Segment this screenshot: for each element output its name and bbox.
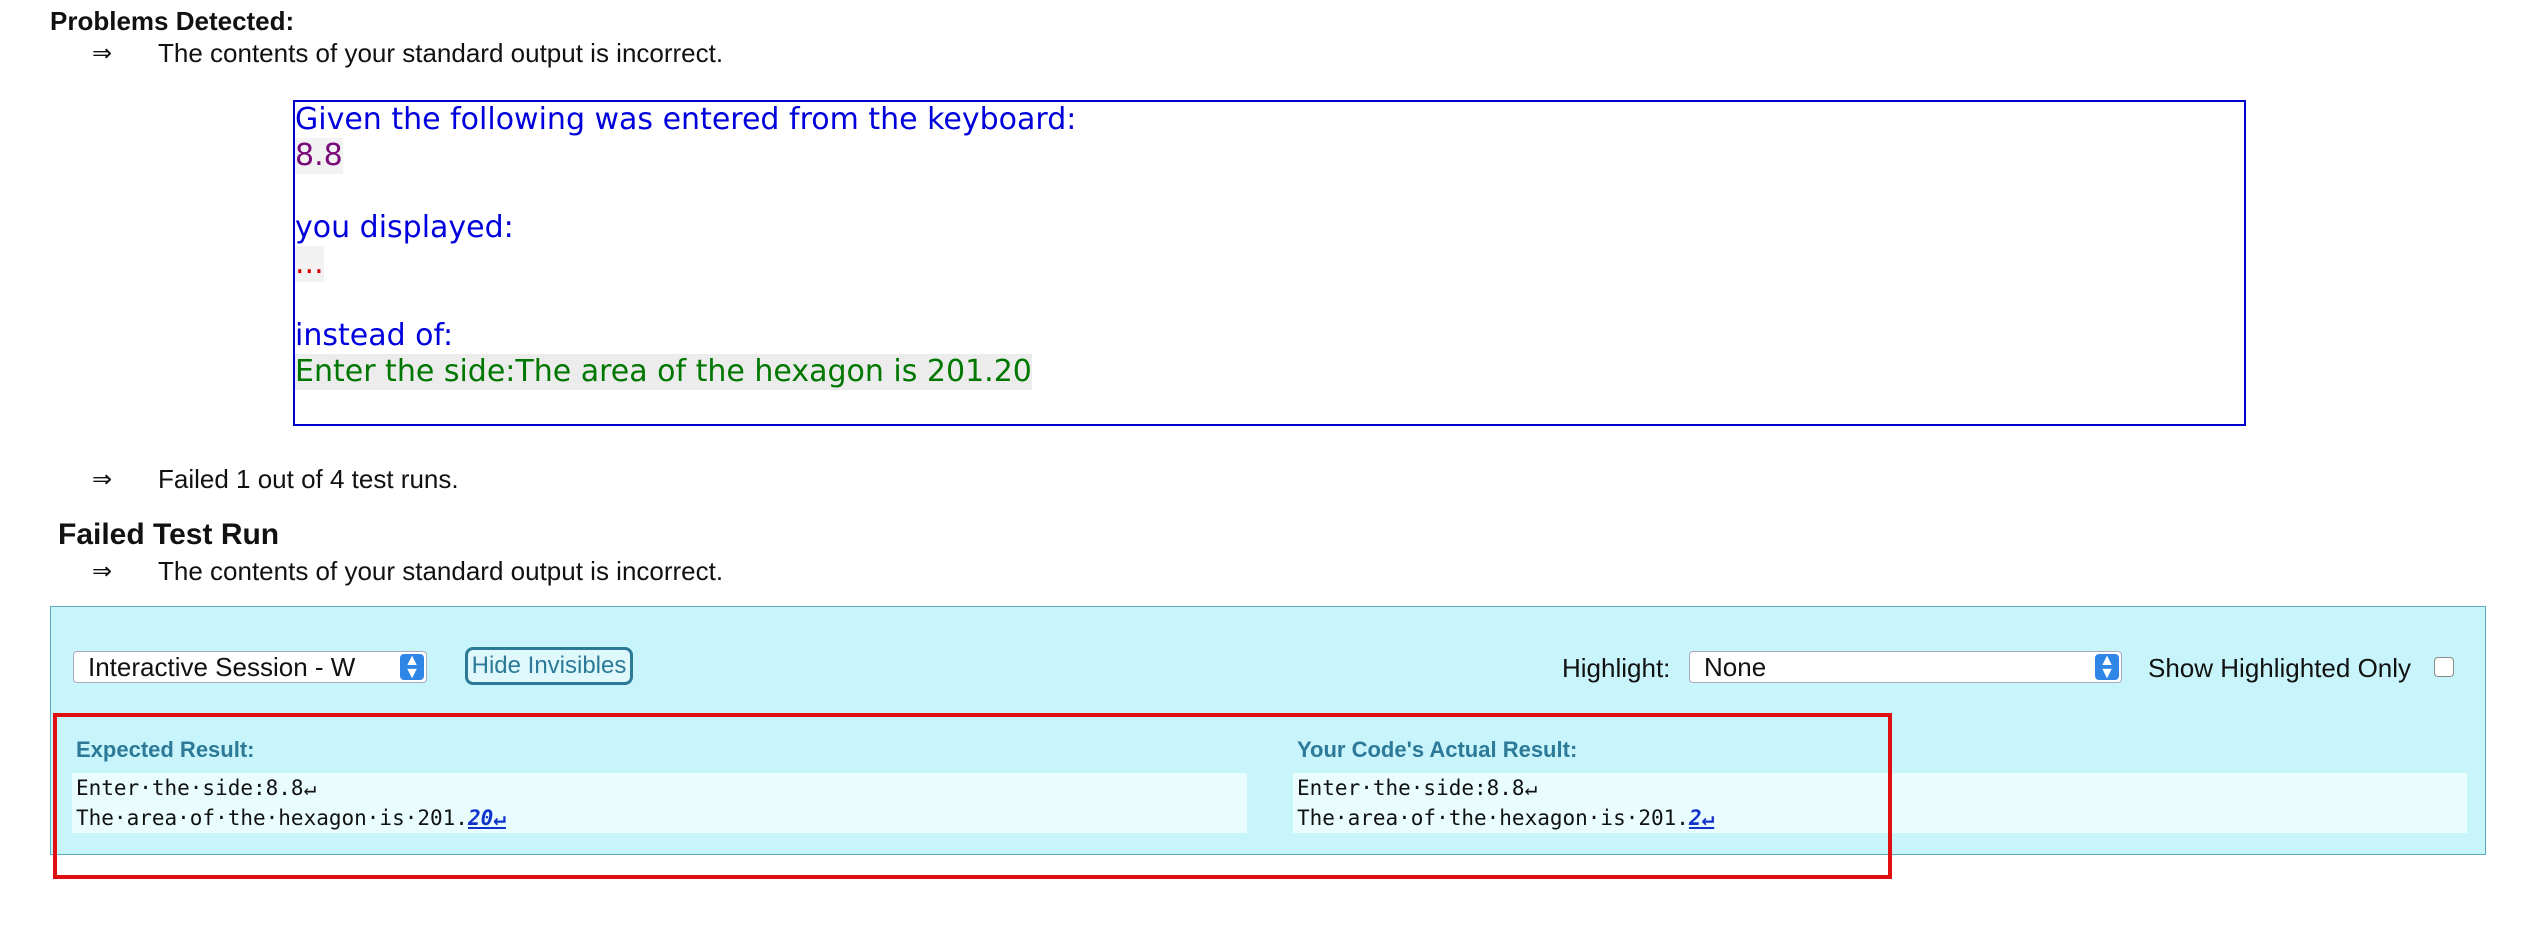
expected-result-label: Expected Result: (76, 737, 255, 762)
actual-diff: 2↵ (1688, 806, 1715, 830)
actual-result-box: Enter·the·side:8.8↵ The·area·of·the·hexa… (1293, 773, 2467, 833)
problem-item-1: ⇒ The contents of your standard output i… (50, 38, 723, 69)
expected-line-1: Enter·the·side:8.8↵ (76, 776, 317, 800)
expected-line-2-text: The·area·of·the·hexagon·is·201. (76, 806, 468, 830)
show-highlighted-only-label: Show Highlighted Only (2148, 653, 2412, 683)
expected-output-value: Enter the side:The area of the hexagon i… (295, 354, 1032, 390)
actual-line-2-text: The·area·of·the·hexagon·is·201. (1297, 806, 1689, 830)
arrow-icon: ⇒ (92, 466, 113, 493)
problem-text-1: The contents of your standard output is … (158, 38, 724, 68)
keyboard-input-value: 8.8 (295, 138, 343, 174)
highlight-select-value: None (1704, 652, 1767, 682)
hide-invisibles-button[interactable]: Hide Invisibles (465, 647, 633, 685)
test-run-panel: Interactive Session - W ▲ ▼ Hide Invisibl… (50, 606, 2486, 855)
problems-heading: Problems Detected: (50, 6, 295, 36)
instead-label: instead of: (295, 318, 454, 353)
session-select[interactable]: Interactive Session - W ▲ ▼ (73, 651, 427, 683)
displayed-label: you displayed: (295, 210, 514, 245)
problem-item-2: ⇒ Failed 1 out of 4 test runs. (50, 464, 459, 495)
failed-run-item: ⇒ The contents of your standard output i… (50, 556, 723, 587)
actual-result-label: Your Code's Actual Result: (1297, 737, 1578, 762)
expected-diff: 20↵ (467, 806, 506, 830)
failed-run-text: The contents of your standard output is … (158, 556, 724, 586)
arrow-icon: ⇒ (92, 40, 113, 67)
highlight-select[interactable]: None ▲ ▼ (1689, 651, 2122, 683)
expected-result-box: Enter·the·side:8.8↵ The·area·of·the·hexa… (72, 773, 1247, 833)
failed-test-run-heading: Failed Test Run (58, 518, 280, 551)
actual-line-2: The·area·of·the·hexagon·is·201.2↵ (1297, 803, 2467, 833)
session-select-value: Interactive Session - W (88, 652, 356, 682)
displayed-value: ... (295, 246, 324, 282)
show-highlighted-only-checkbox[interactable] (2434, 657, 2454, 677)
output-comparison-box: Given the following was entered from the… (293, 100, 2246, 426)
problem-text-2: Failed 1 out of 4 test runs. (158, 464, 459, 494)
highlight-label: Highlight: (1562, 653, 1671, 683)
chevron-updown-icon: ▲ ▼ (400, 653, 424, 682)
given-label: Given the following was entered from the… (295, 102, 1077, 137)
chevron-updown-icon: ▲ ▼ (2095, 653, 2119, 682)
arrow-icon: ⇒ (92, 558, 113, 585)
expected-line-2: The·area·of·the·hexagon·is·201.20↵ (76, 803, 1247, 833)
actual-line-1: Enter·the·side:8.8↵ (1297, 776, 1538, 800)
